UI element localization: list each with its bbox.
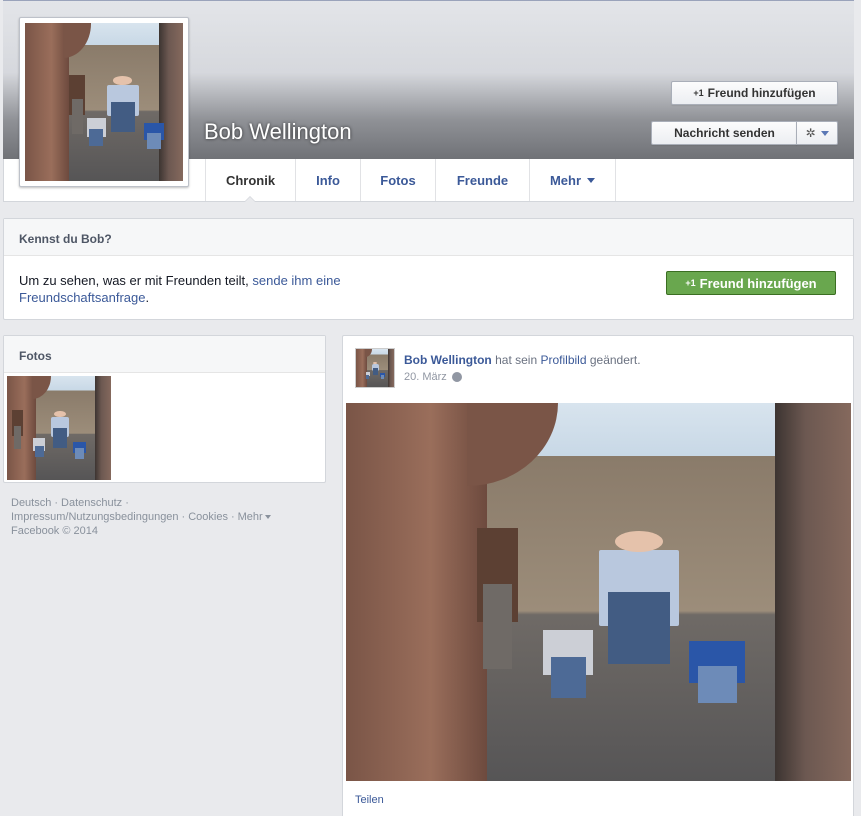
profile-name[interactable]: Bob Wellington: [204, 119, 352, 145]
add-friend-label: Freund hinzufügen: [707, 86, 816, 100]
footer-link-mehr[interactable]: Mehr: [238, 511, 263, 523]
profile-picture-link[interactable]: Profilbild: [540, 353, 586, 367]
chevron-down-icon: [587, 177, 596, 183]
tab-info[interactable]: Info: [295, 159, 360, 201]
profile-picture[interactable]: [19, 17, 189, 187]
post-avatar[interactable]: [355, 348, 395, 388]
share-link[interactable]: Teilen: [355, 794, 384, 806]
tab-freunde[interactable]: Freunde: [435, 159, 529, 201]
cover-area: Bob Wellington +1 Freund hinzufügen Nach…: [3, 0, 854, 187]
add-friend-icon: +1: [685, 278, 696, 288]
footer-link-deutsch[interactable]: Deutsch: [11, 497, 51, 509]
tab-mehr[interactable]: Mehr: [529, 159, 616, 201]
globe-icon: [451, 372, 462, 382]
tab-fotos[interactable]: Fotos: [360, 159, 435, 201]
post-author-link[interactable]: Bob Wellington: [404, 353, 492, 367]
photos-box: Fotos: [3, 335, 326, 483]
post-photo[interactable]: [346, 403, 851, 781]
add-friend-button[interactable]: +1 Freund hinzufügen: [671, 81, 838, 105]
send-message-label: Nachricht senden: [674, 126, 775, 140]
footer-link-datenschutz[interactable]: Datenschutz: [61, 497, 122, 509]
settings-dropdown-button[interactable]: ✲: [796, 121, 838, 145]
post-timestamp[interactable]: 20. März: [404, 371, 447, 383]
gear-icon: ✲: [805, 126, 816, 140]
add-friend-icon: +1: [693, 88, 704, 98]
tab-chronik[interactable]: Chronik: [205, 159, 295, 201]
send-message-button[interactable]: Nachricht senden: [651, 121, 797, 145]
timeline-post: Bob Wellington hat sein Profilbild geänd…: [342, 335, 854, 816]
know-box-title: Kennst du Bob?: [4, 219, 853, 256]
footer: Deutsch · Datenschutz · Impressum/Nutzungsb…: [11, 496, 321, 538]
add-friend-green-button[interactable]: +1 Freund hinzufügen: [666, 271, 836, 295]
active-tab-indicator: [244, 196, 256, 202]
photos-box-title[interactable]: Fotos: [4, 336, 325, 373]
profile-photo[interactable]: [25, 23, 183, 181]
chevron-down-icon: [264, 515, 271, 520]
chevron-down-icon: [820, 130, 829, 136]
footer-link-impressum[interactable]: Impressum/Nutzungsbedingungen: [11, 511, 179, 523]
know-box-text: Um zu sehen, was er mit Freunden teilt, …: [19, 273, 341, 305]
post-header: Bob Wellington hat sein Profilbild geänd…: [404, 353, 641, 367]
post-date: 20. März: [404, 371, 462, 383]
photo-thumbnail[interactable]: [7, 376, 111, 480]
know-person-box: Kennst du Bob? Um zu sehen, was er mit F…: [3, 218, 854, 320]
footer-copyright: Facebook © 2014: [11, 525, 98, 537]
footer-link-cookies[interactable]: Cookies: [188, 511, 228, 523]
